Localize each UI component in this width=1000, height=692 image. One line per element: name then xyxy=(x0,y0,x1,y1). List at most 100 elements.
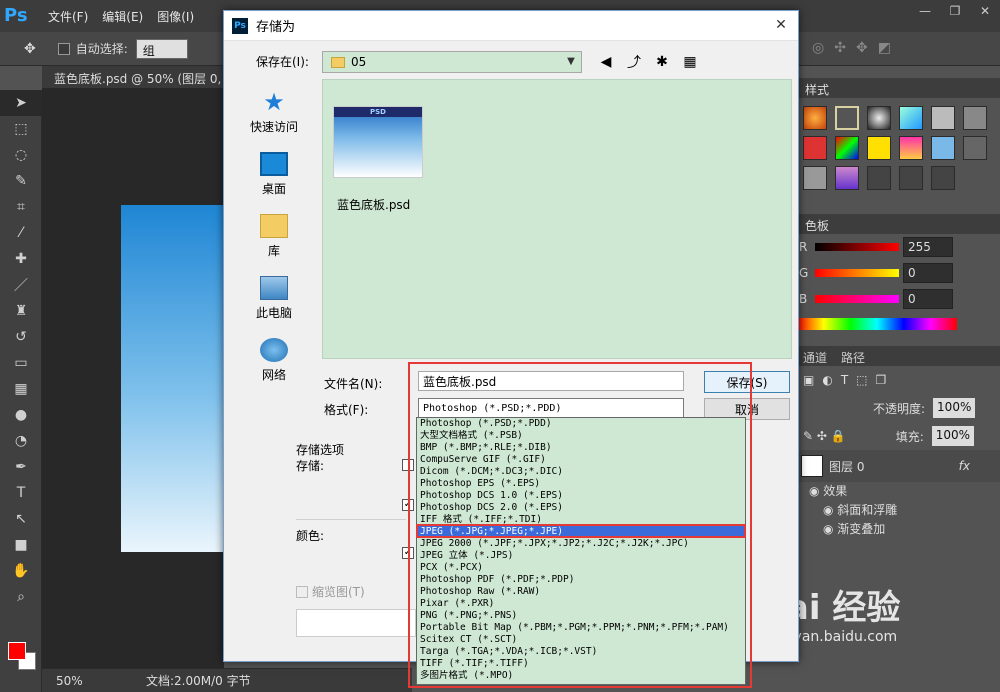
move-tool-icon[interactable]: ✥ xyxy=(24,41,36,57)
tab-paths[interactable]: 路径 xyxy=(841,349,865,365)
file-item-label[interactable]: 蓝色底板.psd xyxy=(337,196,410,213)
move-icon[interactable]: ➤ xyxy=(0,90,42,116)
layer-name[interactable]: 图层 0 xyxy=(829,458,864,475)
r-value[interactable]: 255 xyxy=(903,237,953,257)
auto-select-dropdown[interactable]: 组 xyxy=(135,38,188,59)
place-quick-access[interactable]: ★ 快速访问 xyxy=(240,81,308,143)
menu-file[interactable]: 文件(F) xyxy=(48,8,88,25)
place-network[interactable]: 网络 xyxy=(240,329,308,391)
gradient-icon[interactable]: ▦ xyxy=(0,376,42,402)
new-folder-icon[interactable]: ✱ xyxy=(652,53,672,71)
style-swatch[interactable] xyxy=(963,136,987,160)
scale-icon[interactable]: ◩ xyxy=(878,40,891,56)
maximize-icon[interactable]: ❐ xyxy=(940,0,970,22)
type-icon[interactable]: T xyxy=(0,480,42,506)
fx-icon[interactable]: fx xyxy=(959,459,970,473)
warning-box xyxy=(296,609,416,637)
style-swatch[interactable] xyxy=(899,166,923,190)
orbit-icon[interactable]: ◎ xyxy=(812,40,824,56)
style-swatch[interactable] xyxy=(963,106,987,130)
document-tab[interactable]: 蓝色底板.psd @ 50% (图层 0, RGB/8) xyxy=(42,66,224,88)
place-desktop[interactable]: 桌面 xyxy=(240,143,308,205)
pen-icon[interactable]: ✒ xyxy=(0,454,42,480)
view-menu-icon[interactable]: ▦ xyxy=(680,53,700,71)
auto-select-checkbox[interactable] xyxy=(57,42,70,55)
document-canvas[interactable] xyxy=(121,205,224,552)
path-select-icon[interactable]: ↖ xyxy=(0,506,42,532)
marquee-icon[interactable]: ⬚ xyxy=(0,116,42,142)
dodge-icon[interactable]: ◔ xyxy=(0,428,42,454)
file-list-pane[interactable]: PSD 蓝色底板.psd xyxy=(322,79,792,359)
filter-type-icon[interactable]: T xyxy=(841,373,848,387)
filter-adjust-icon[interactable]: ◐ xyxy=(822,373,832,387)
tab-channels[interactable]: 通道 xyxy=(803,349,827,365)
window-controls: — ❐ ✕ xyxy=(910,0,1000,22)
dialog-titlebar[interactable]: Ps 存储为 xyxy=(224,11,798,41)
crop-icon[interactable]: ⌗ xyxy=(0,194,42,220)
eraser-icon[interactable]: ▭ xyxy=(0,350,42,376)
fill-row: ✎ ✣ 🔒 填充: 100% xyxy=(797,422,1000,450)
back-icon[interactable]: ◀ xyxy=(596,53,616,71)
filter-smart-icon[interactable]: ❐ xyxy=(876,373,887,387)
g-value[interactable]: 0 xyxy=(903,263,953,283)
menu-edit[interactable]: 编辑(E) xyxy=(102,8,143,25)
style-swatch[interactable] xyxy=(835,166,859,190)
chevron-down-icon[interactable]: ▼ xyxy=(563,54,579,70)
fill-field[interactable]: 100% xyxy=(931,426,975,446)
save-in-combo[interactable]: 05 ▼ xyxy=(322,51,582,73)
style-swatch[interactable] xyxy=(803,166,827,190)
zoom-icon[interactable]: ⌕ xyxy=(0,584,42,610)
styles-tab[interactable]: 样式 xyxy=(797,78,1000,98)
style-swatch[interactable] xyxy=(803,136,827,160)
file-thumbnail[interactable]: PSD xyxy=(333,106,423,178)
blue-slider[interactable] xyxy=(815,295,899,303)
opacity-field[interactable]: 100% xyxy=(933,398,976,418)
thumbnail-option[interactable]: 缩览图(T) xyxy=(296,583,365,600)
hand-icon[interactable]: ✋ xyxy=(0,558,42,584)
swatches-tab[interactable]: 色板 xyxy=(797,214,1000,234)
eyedropper-icon[interactable]: ⁄ xyxy=(0,220,42,246)
zoom-level[interactable]: 50% xyxy=(56,674,96,688)
quick-select-icon[interactable]: ✎ xyxy=(0,168,42,194)
style-swatch[interactable] xyxy=(867,166,891,190)
b-value[interactable]: 0 xyxy=(903,289,953,309)
slide-icon[interactable]: ✥ xyxy=(856,40,868,56)
history-brush-icon[interactable]: ↺ xyxy=(0,324,42,350)
layer-row[interactable]: 图层 0 fx xyxy=(797,450,1000,482)
style-swatch[interactable] xyxy=(835,106,859,130)
lasso-icon[interactable]: ◌ xyxy=(0,142,42,168)
green-slider[interactable] xyxy=(815,269,899,277)
lock-icon[interactable]: ✎ ✣ 🔒 xyxy=(803,429,846,443)
foreground-color-swatch[interactable] xyxy=(8,642,26,660)
filter-image-icon[interactable]: ▣ xyxy=(803,373,814,387)
style-swatch[interactable] xyxy=(899,136,923,160)
red-slider[interactable] xyxy=(815,243,899,251)
healing-icon[interactable]: ✚ xyxy=(0,246,42,272)
style-swatch[interactable] xyxy=(867,136,891,160)
menu-image[interactable]: 图像(I) xyxy=(157,8,194,25)
thumbnail-checkbox[interactable] xyxy=(296,585,308,598)
style-swatch[interactable] xyxy=(835,136,859,160)
place-this-pc[interactable]: 此电脑 xyxy=(240,267,308,329)
dialog-close-icon[interactable]: ✕ xyxy=(770,17,792,35)
stamp-icon[interactable]: ♜ xyxy=(0,298,42,324)
color-spectrum[interactable] xyxy=(797,318,957,330)
brush-icon[interactable]: ／ xyxy=(0,272,42,298)
shape-icon[interactable]: ■ xyxy=(0,532,42,558)
style-swatch[interactable] xyxy=(803,106,827,130)
close-icon[interactable]: ✕ xyxy=(970,0,1000,22)
up-folder-icon[interactable]: ⤴ xyxy=(624,53,644,71)
style-swatch[interactable] xyxy=(899,106,923,130)
style-swatch[interactable] xyxy=(867,106,891,130)
effect-gradient-row[interactable]: ◉ 渐变叠加 xyxy=(797,520,1000,539)
effects-row[interactable]: ◉ 效果 xyxy=(797,482,1000,501)
minimize-icon[interactable]: — xyxy=(910,0,940,22)
blur-icon[interactable]: ● xyxy=(0,402,42,428)
style-swatch[interactable] xyxy=(931,136,955,160)
place-library[interactable]: 库 xyxy=(240,205,308,267)
filter-shape-icon[interactable]: ⬚ xyxy=(856,373,867,387)
style-swatch[interactable] xyxy=(931,166,955,190)
pan-icon[interactable]: ✣ xyxy=(834,40,846,56)
style-swatch[interactable] xyxy=(931,106,955,130)
effect-bevel-row[interactable]: ◉ 斜面和浮雕 xyxy=(797,501,1000,520)
